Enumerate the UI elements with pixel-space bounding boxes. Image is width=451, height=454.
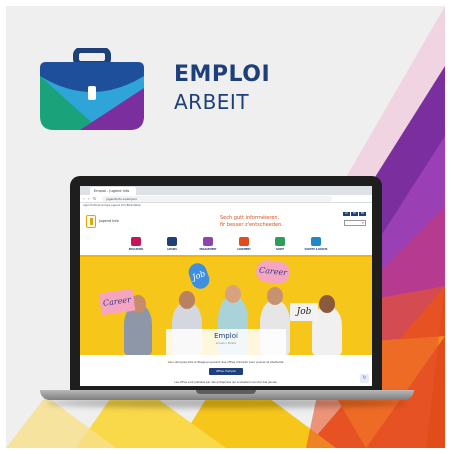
heart-icon	[275, 237, 285, 246]
intro-text: Les rubriques Jobs & Stage proposent des…	[167, 360, 285, 364]
nav-item-loisirs[interactable]: LOISIRS	[161, 237, 183, 255]
speech-bubble-icon	[311, 237, 321, 246]
site-header: Jugend Info Sech gutt informéieren, fir …	[80, 209, 372, 235]
person-head	[267, 287, 283, 305]
lang-lu[interactable]: LU	[343, 212, 350, 216]
brand-subtitle: ARBEIT	[174, 90, 250, 114]
browser-tabbar: Emploi - Jugend Info	[80, 186, 372, 195]
nav-item-engagement[interactable]: ENGAGEMENT	[197, 237, 219, 255]
slogan-line1: Sech gutt informéieren,	[220, 215, 280, 221]
promo-card: EMPLOI ARBEIT Emploi - Jugend Info ‹ › ↻…	[6, 6, 445, 448]
back-icon[interactable]: ‹	[83, 196, 85, 202]
language-switcher: LU FR EN	[343, 212, 366, 216]
briefcase-icon	[40, 48, 144, 130]
nav-item-logement[interactable]: LOGEMENT	[233, 237, 255, 255]
house-icon	[239, 237, 249, 246]
person-head	[319, 295, 335, 313]
browser-urlbar: ‹ › ↻ jugendinfo.lu/emploi	[80, 195, 372, 203]
career-sign: Career	[98, 288, 136, 316]
laptop-screen: Emploi - Jugend Info ‹ › ↻ jugendinfo.lu…	[80, 186, 372, 386]
building-icon	[167, 237, 177, 246]
forward-icon[interactable]: ›	[88, 196, 90, 202]
search-icon[interactable]: ⌕	[362, 220, 364, 225]
hero-title-box: Emploi Accueil > Emploi	[166, 329, 286, 355]
brand-title: EMPLOI	[174, 62, 271, 87]
people-icon	[203, 237, 213, 246]
breadcrumb[interactable]: Accueil > Emploi	[166, 342, 286, 345]
nav-item-education[interactable]: EDUCATION	[125, 237, 147, 255]
lang-fr[interactable]: FR	[351, 212, 358, 216]
address-input[interactable]: jugendinfo.lu/emploi	[102, 196, 332, 202]
nav-item-societe[interactable]: SOCIÉTÉ & DROITS	[305, 237, 328, 255]
page-title: Emploi	[214, 332, 238, 340]
recaptcha-icon[interactable]: ↻	[360, 374, 369, 383]
site-logo-icon[interactable]	[86, 215, 96, 228]
reload-icon[interactable]: ↻	[93, 196, 96, 202]
browser-tab[interactable]: Emploi - Jugend Info	[90, 187, 136, 195]
slogan-line2: fir besser z'entscheeden.	[220, 222, 283, 228]
job-sign: Job	[290, 303, 318, 321]
person-head	[225, 285, 241, 303]
hero-banner: Career Job Career Job Emploi Accueil > E…	[80, 257, 372, 355]
job-offers-button[interactable]: Offres d'emploi	[209, 368, 243, 375]
job-sign: Job	[186, 260, 212, 292]
footer-note: Les offres sont publiées par des entrepr…	[174, 381, 278, 384]
graduation-cap-icon	[131, 237, 141, 246]
lang-en[interactable]: EN	[359, 212, 366, 216]
career-sign: Career	[254, 259, 292, 285]
laptop-notch	[196, 390, 256, 394]
site-nav: EDUCATION LOISIRS ENGAGEMENT LOGEMENT SA…	[80, 235, 372, 257]
site-name[interactable]: Jugend Info	[99, 219, 119, 223]
person-head	[179, 291, 195, 309]
site-search-input[interactable]: ⌕	[344, 220, 366, 226]
nav-item-sante[interactable]: SANTÉ	[269, 237, 291, 255]
